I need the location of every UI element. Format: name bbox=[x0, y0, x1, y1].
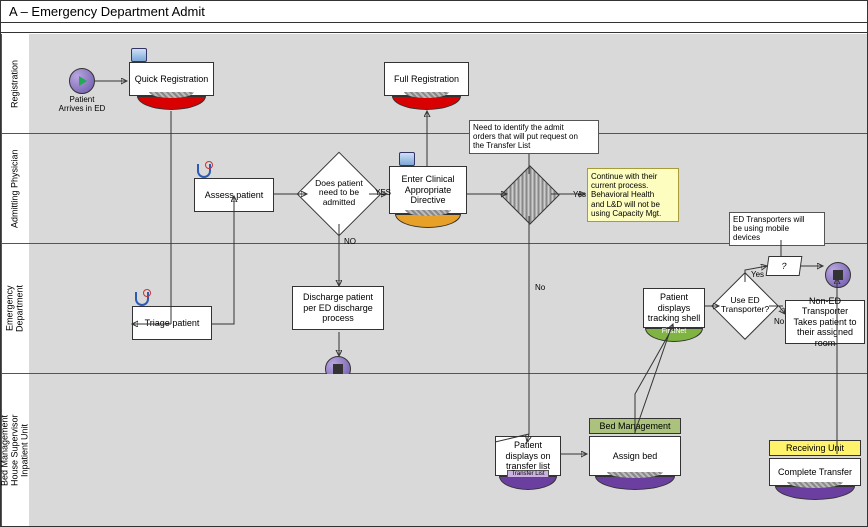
end-event-main bbox=[825, 262, 851, 288]
assign-bed-base bbox=[595, 476, 675, 490]
start-label: Patient Arrives in ED bbox=[57, 96, 107, 114]
computer-icon bbox=[131, 48, 147, 62]
full-registration-base bbox=[392, 96, 461, 110]
enter-directive-base bbox=[395, 214, 461, 228]
edge-yes-1: YES bbox=[375, 188, 391, 197]
start-event bbox=[69, 68, 95, 94]
decision-hatched bbox=[500, 165, 559, 224]
edge-no-1: NO bbox=[344, 237, 356, 246]
computer-icon bbox=[399, 152, 415, 166]
bed-management-header: Bed Management bbox=[589, 418, 681, 434]
diagram-page: A – Emergency Department Admit Registrat… bbox=[0, 0, 868, 527]
lane-label-bed: Bed Management House Supervisor Inpatien… bbox=[1, 374, 29, 526]
sub-bar bbox=[1, 23, 867, 33]
transfer-list-system: Transfer List bbox=[507, 470, 549, 478]
edge-yes-2: Yes bbox=[573, 190, 586, 199]
quick-registration-base bbox=[137, 96, 206, 110]
assign-bed: Assign bed bbox=[589, 436, 681, 476]
lane-label-ed: Emergency Department bbox=[1, 244, 29, 373]
receiving-unit-header: Receiving Unit bbox=[769, 440, 861, 456]
decision-admit bbox=[297, 152, 382, 237]
swimlanes: Registration Patient Arrives in ED Quick… bbox=[1, 34, 867, 526]
edge-no-3: No bbox=[774, 317, 784, 326]
tracking-system-label: FirstNet bbox=[651, 328, 697, 335]
full-registration: Full Registration bbox=[384, 62, 469, 96]
tracking-shell: Patient displays tracking shell bbox=[643, 288, 705, 328]
quick-registration: Quick Registration bbox=[129, 62, 214, 96]
transfer-list-base bbox=[499, 476, 557, 490]
triage-patient: Triage patient bbox=[132, 306, 212, 340]
discharge-process: Discharge patient per ED discharge proce… bbox=[292, 286, 384, 330]
decision-transporter bbox=[711, 272, 779, 340]
assess-patient: Assess patient bbox=[194, 178, 274, 212]
complete-transfer-base bbox=[775, 486, 855, 500]
note-transporters: ED Transporters will be using mobile dev… bbox=[729, 212, 825, 246]
lane-registration: Registration Patient Arrives in ED Quick… bbox=[1, 34, 867, 134]
edge-yes-3: Yes bbox=[751, 270, 764, 279]
note-admit-orders: Need to identify the admit orders that w… bbox=[469, 120, 599, 154]
page-title: A – Emergency Department Admit bbox=[1, 1, 867, 23]
edge-no-2: No bbox=[535, 283, 545, 292]
lane-label-physician: Admitting Physician bbox=[1, 134, 29, 243]
enter-directive: Enter Clinical Appropriate Directive bbox=[389, 166, 467, 214]
lane-label-registration: Registration bbox=[1, 34, 29, 133]
non-ed-transporter: Non-ED Transporter Takes patient to thei… bbox=[785, 300, 865, 344]
stethoscope-icon bbox=[135, 292, 149, 306]
note-continue: Continue with their current process. Beh… bbox=[587, 168, 679, 222]
lane-bed-management: Bed Management House Supervisor Inpatien… bbox=[1, 374, 867, 526]
question-box: ? bbox=[766, 256, 803, 276]
lane-emergency-department: Emergency Department Triage patient Disc… bbox=[1, 244, 867, 374]
stethoscope-icon bbox=[197, 164, 211, 178]
